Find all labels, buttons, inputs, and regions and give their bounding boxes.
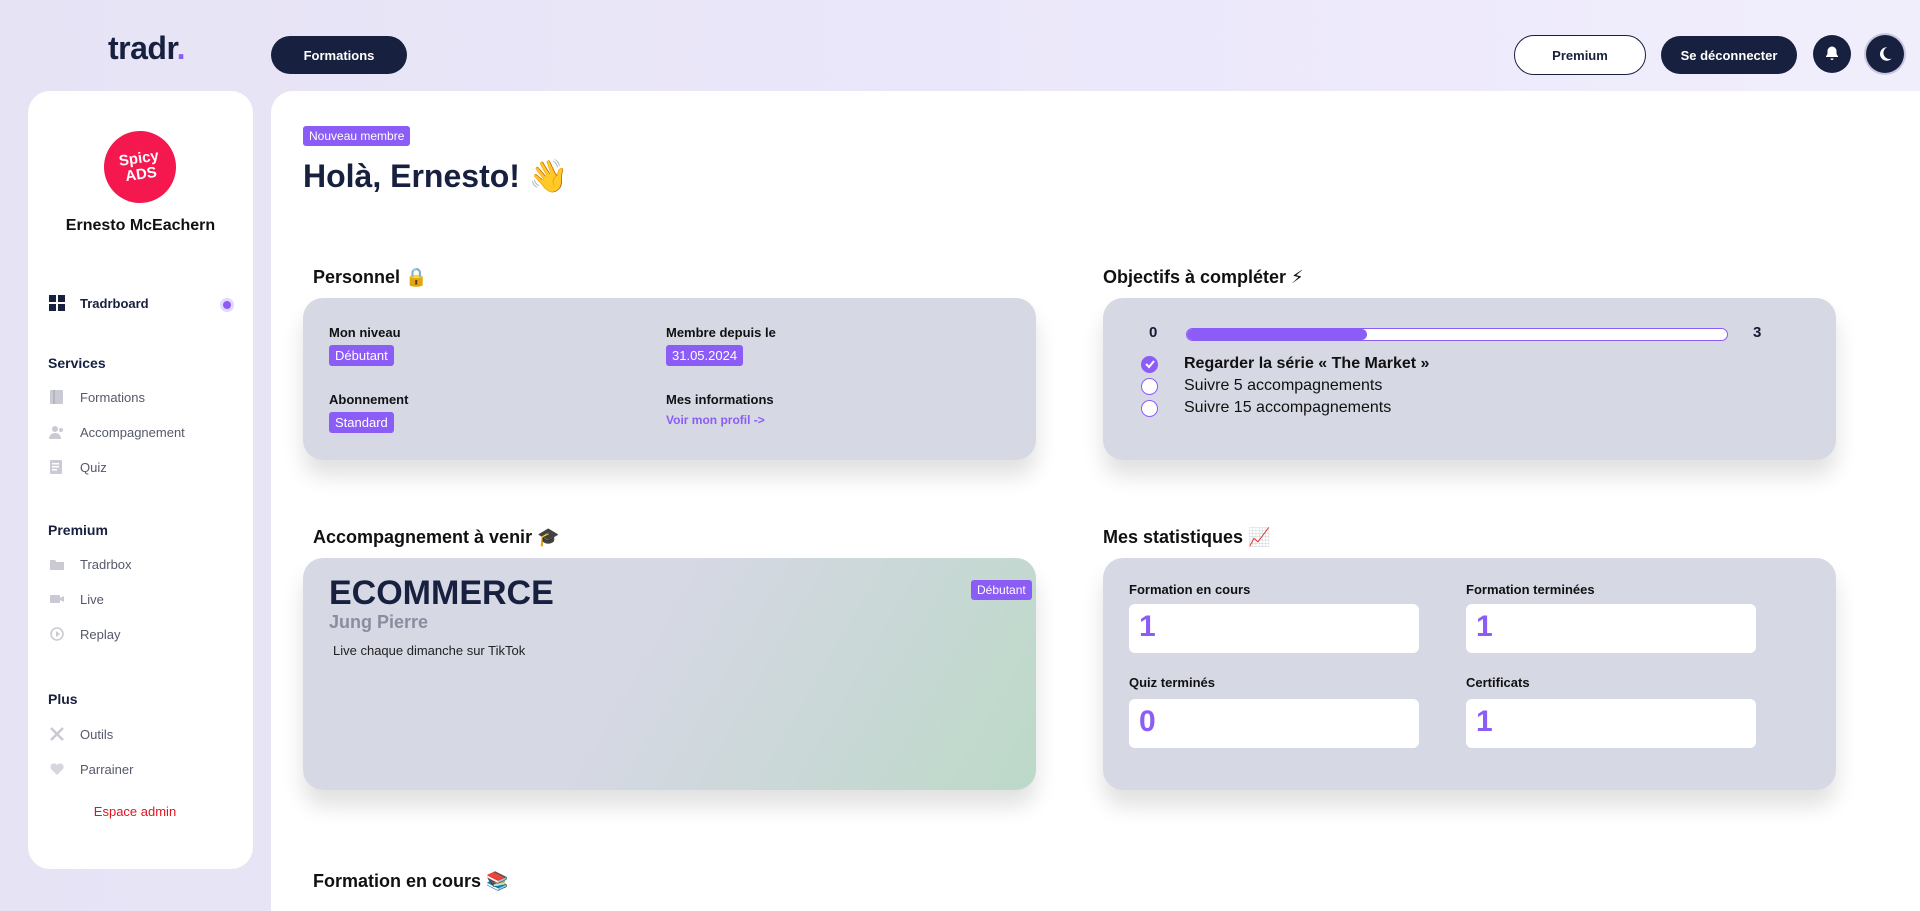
sidebar-item-label: Quiz xyxy=(80,459,107,475)
notification-button[interactable] xyxy=(1813,35,1851,73)
empty-circle-icon xyxy=(1141,399,1158,417)
video-icon xyxy=(48,590,66,608)
sidebar-item-label: Outils xyxy=(80,726,114,742)
replay-icon xyxy=(48,625,66,643)
stat-label: Certificats xyxy=(1466,675,1530,690)
section-title-plus: Plus xyxy=(48,691,78,707)
stat-label: Formation en cours xyxy=(1129,582,1251,597)
logout-button[interactable]: Se déconnecter xyxy=(1661,36,1797,74)
user-name: Ernesto McEachern xyxy=(65,217,216,234)
accompagnement-description: Live chaque dimanche sur TikTok xyxy=(333,643,526,658)
section-title-services: Services xyxy=(48,355,106,371)
quiz-icon xyxy=(48,458,66,476)
goal-label: Suivre 5 accompagnements xyxy=(1184,377,1383,394)
stat-value: 1 xyxy=(1129,604,1419,653)
sidebar-item-label: Accompagnement xyxy=(80,424,185,440)
accompagnement-name: ECOMMERCE xyxy=(329,574,554,612)
progress-fill xyxy=(1187,329,1367,340)
main-content: Nouveau membre Holà, Ernesto! 👋 Personne… xyxy=(271,91,1920,911)
formations-button[interactable]: Formations xyxy=(271,36,407,74)
accompagnement-card[interactable]: ECOMMERCE Jung Pierre Live chaque dimanc… xyxy=(303,558,1036,790)
stat-value: 1 xyxy=(1466,604,1756,653)
progress-bar xyxy=(1186,328,1728,341)
membre-label: Membre depuis le xyxy=(666,325,776,340)
sidebar-item-label: Replay xyxy=(80,626,121,642)
sidebar-item-quiz[interactable]: Quiz xyxy=(48,458,107,476)
sidebar-item-parrainer[interactable]: Parrainer xyxy=(48,760,133,778)
theme-toggle-button[interactable] xyxy=(1866,35,1904,73)
sidebar-item-label: Live xyxy=(80,591,104,607)
sidebar: Spicy ADS Ernesto McEachern Tradrboard S… xyxy=(28,91,253,869)
sidebar-item-formations[interactable]: Formations xyxy=(48,388,145,406)
tradr-logo[interactable]: tradr. xyxy=(108,30,186,67)
infos-label: Mes informations xyxy=(666,392,774,407)
sidebar-item-label: Parrainer xyxy=(80,761,134,777)
goal-item: Regarder la série « The Market » xyxy=(1141,355,1429,373)
objectifs-title: Objectifs à compléter ⚡ xyxy=(1103,267,1304,287)
abonnement-label: Abonnement xyxy=(329,392,409,407)
accompagnement-title: Accompagnement à venir 🎓 xyxy=(313,527,560,547)
stat-value: 0 xyxy=(1129,699,1419,748)
profile-link[interactable]: Voir mon profil -> xyxy=(666,413,765,427)
abonnement-badge: Standard xyxy=(329,412,394,433)
bell-icon xyxy=(1826,46,1838,60)
tools-icon xyxy=(48,725,66,743)
goal-label: Regarder la série « The Market » xyxy=(1184,355,1430,372)
avatar[interactable]: Spicy ADS xyxy=(99,126,181,208)
users-icon xyxy=(48,423,66,441)
avatar-text-2: ADS xyxy=(124,163,158,186)
sidebar-item-label: Tradrboard xyxy=(80,295,149,311)
goal-item: Suivre 5 accompagnements xyxy=(1141,377,1382,395)
goal-item: Suivre 15 accompagnements xyxy=(1141,399,1391,417)
admin-link[interactable]: Espace admin xyxy=(28,804,242,819)
stat-value: 1 xyxy=(1466,699,1756,748)
folder-icon xyxy=(48,555,66,573)
goal-label: Suivre 15 accompagnements xyxy=(1184,399,1392,416)
progress-min: 0 xyxy=(1149,324,1158,341)
progress-max: 3 xyxy=(1753,324,1762,341)
logo-text: tradr xyxy=(108,30,177,66)
moon-icon xyxy=(1879,47,1892,61)
sidebar-item-label: Formations xyxy=(80,389,146,405)
statistiques-title: Mes statistiques 📈 xyxy=(1103,527,1271,547)
level-badge: Débutant xyxy=(971,580,1032,600)
sidebar-item-outils[interactable]: Outils xyxy=(48,725,113,743)
heart-icon xyxy=(48,760,66,778)
formation-en-cours-title: Formation en cours 📚 xyxy=(313,871,509,891)
statistiques-card: Formation en cours 1 Formation terminées… xyxy=(1103,558,1836,790)
objectifs-card: 0 3 Regarder la série « The Market » Sui… xyxy=(1103,298,1836,460)
sidebar-item-tradrboard[interactable]: Tradrboard xyxy=(48,294,149,312)
page-title: Holà, Ernesto! 👋 xyxy=(303,158,569,194)
sidebar-item-accompagnement[interactable]: Accompagnement xyxy=(48,423,185,441)
coach-name: Jung Pierre xyxy=(329,612,429,632)
membre-date-badge: 31.05.2024 xyxy=(666,345,744,366)
sidebar-item-label: Tradrbox xyxy=(80,556,132,572)
sidebar-item-replay[interactable]: Replay xyxy=(48,625,120,643)
stat-label: Formation terminées xyxy=(1466,582,1595,597)
active-indicator xyxy=(223,301,231,309)
book-icon xyxy=(48,388,66,406)
logo-dot: . xyxy=(176,30,186,66)
member-badge: Nouveau membre xyxy=(303,126,411,146)
personnel-card: Mon niveau Débutant Membre depuis le 31.… xyxy=(303,298,1036,460)
sidebar-item-tradrbox[interactable]: Tradrbox xyxy=(48,555,132,573)
personnel-title: Personnel 🔒 xyxy=(313,267,428,287)
section-title-premium: Premium xyxy=(48,522,108,538)
sidebar-item-live[interactable]: Live xyxy=(48,590,104,608)
premium-button[interactable]: Premium xyxy=(1514,35,1646,75)
checked-circle-icon xyxy=(1141,355,1158,373)
niveau-badge: Débutant xyxy=(329,345,394,366)
empty-circle-icon xyxy=(1141,377,1158,395)
dashboard-icon xyxy=(48,294,66,312)
stat-label: Quiz terminés xyxy=(1129,675,1215,690)
niveau-label: Mon niveau xyxy=(329,325,401,340)
